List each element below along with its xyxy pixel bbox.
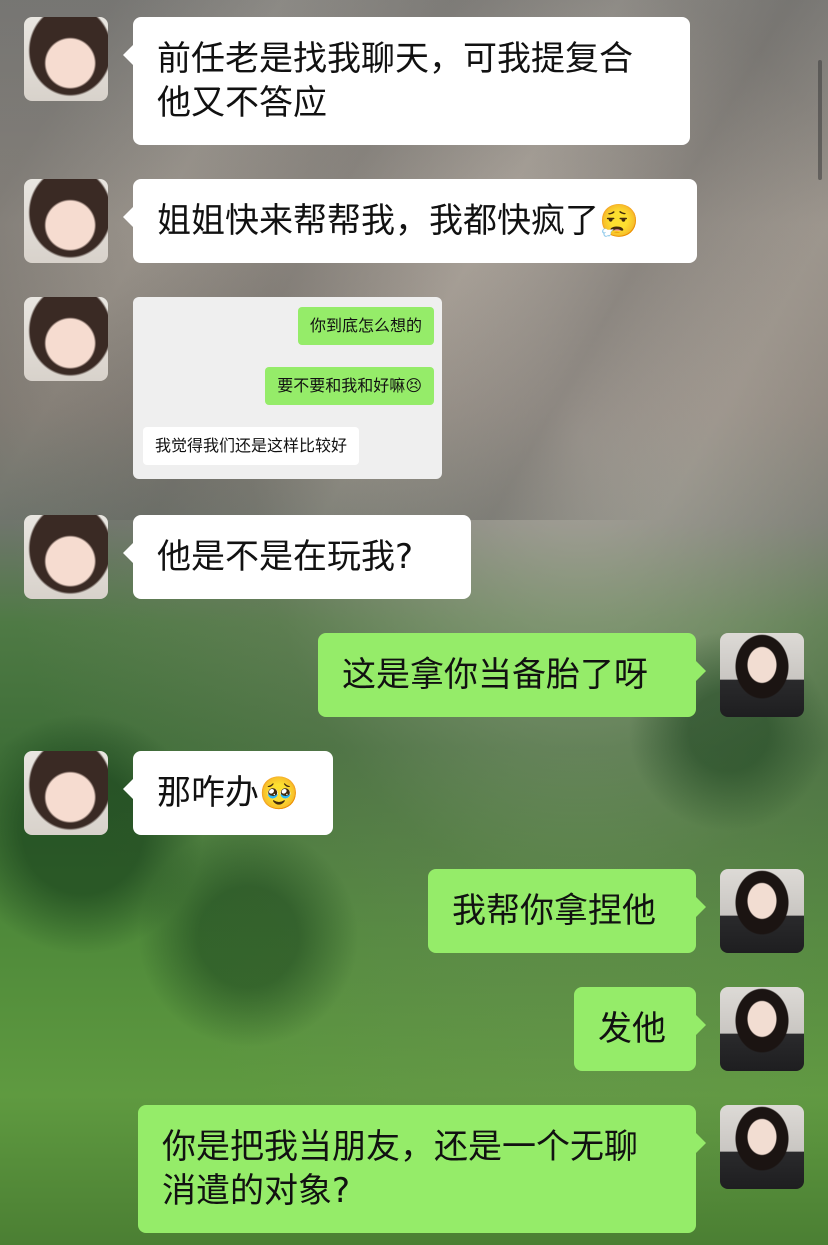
screenshot-message-incoming: 我觉得我们还是这样比较好 xyxy=(143,427,360,465)
screenshot-message-text: 我觉得我们还是这样比较好 xyxy=(155,436,348,455)
contact-avatar[interactable] xyxy=(24,179,108,263)
holding-back-tears-icon: 🥹 xyxy=(259,774,299,812)
message-text: 那咋办 xyxy=(157,773,259,813)
message-text-line: 消遣的对象? xyxy=(162,1171,351,1211)
message-text-line: 前任老是找我聊天，可我提复合 xyxy=(157,39,633,79)
message-bubble-outgoing[interactable]: 你是把我当朋友，还是一个无聊 消遣的对象? xyxy=(138,1105,706,1233)
screenshot-message-outgoing: 要不要和我和好嘛😣 xyxy=(265,367,434,405)
message-bubble-incoming[interactable]: 姐姐快来帮帮我，我都快疯了😮‍💨 xyxy=(123,179,697,263)
my-avatar[interactable] xyxy=(720,869,804,953)
my-avatar[interactable] xyxy=(720,633,804,717)
screenshot-message-text: 你到底怎么想的 xyxy=(309,316,422,335)
contact-avatar[interactable] xyxy=(24,17,108,101)
contact-avatar[interactable] xyxy=(24,751,108,835)
scrollbar[interactable] xyxy=(818,60,822,180)
message-bubble-outgoing[interactable]: 这是拿你当备胎了呀 xyxy=(318,633,706,717)
message-text: 他是不是在玩我? xyxy=(157,537,414,577)
message-text: 这是拿你当备胎了呀 xyxy=(342,655,648,695)
screenshot-image[interactable]: 你到底怎么想的 要不要和我和好嘛😣 我觉得我们还是这样比较好 xyxy=(133,297,442,479)
my-avatar[interactable] xyxy=(720,987,804,1071)
message-text: 发他 xyxy=(598,1009,666,1049)
message-bubble-incoming[interactable]: 那咋办🥹 xyxy=(123,751,333,835)
anxious-face-icon: 😮‍💨 xyxy=(599,202,639,240)
message-bubble-outgoing[interactable]: 发他 xyxy=(574,987,706,1071)
screenshot-message-outgoing: 你到底怎么想的 xyxy=(297,307,434,345)
contact-avatar[interactable] xyxy=(24,297,108,381)
persevering-face-icon: 😣 xyxy=(405,376,422,395)
message-text-line: 他又不答应 xyxy=(157,83,327,123)
message-bubble-outgoing[interactable]: 我帮你拿捏他 xyxy=(428,869,706,953)
message-text-line: 你是把我当朋友，还是一个无聊 xyxy=(162,1127,638,1167)
my-avatar[interactable] xyxy=(720,1105,804,1189)
contact-avatar[interactable] xyxy=(24,515,108,599)
message-text: 姐姐快来帮帮我，我都快疯了 xyxy=(157,201,599,241)
message-bubble-incoming[interactable]: 前任老是找我聊天，可我提复合 他又不答应 xyxy=(123,17,690,145)
screenshot-message-text: 要不要和我和好嘛 xyxy=(277,376,406,395)
message-text: 我帮你拿捏他 xyxy=(452,891,656,931)
message-bubble-incoming[interactable]: 他是不是在玩我? xyxy=(123,515,471,599)
